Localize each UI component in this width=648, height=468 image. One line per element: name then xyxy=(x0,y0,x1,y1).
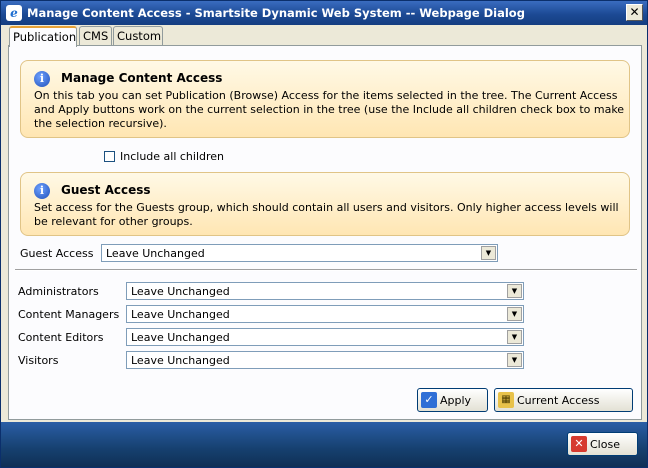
grid-icon: ▦ xyxy=(498,392,514,408)
dialog-window: e Manage Content Access - Smartsite Dyna… xyxy=(0,0,648,468)
guest-info-box: i Guest Access Set access for the Guests… xyxy=(20,172,630,236)
group-label-content-editors: Content Editors xyxy=(18,331,104,344)
administrators-select[interactable]: Leave Unchanged ▼ xyxy=(126,282,524,300)
footer-bar: ✕ Close xyxy=(1,422,647,467)
tab-custom[interactable]: Custom xyxy=(113,26,163,46)
close-label: Close xyxy=(590,438,620,451)
current-access-button[interactable]: ▦ Current Access xyxy=(494,388,633,412)
chevron-down-icon[interactable]: ▼ xyxy=(507,353,522,367)
apply-label: Apply xyxy=(440,394,472,407)
chevron-down-icon[interactable]: ▼ xyxy=(507,284,522,298)
include-children-label: Include all children xyxy=(120,150,225,163)
publication-panel: i Manage Content Access On this tab you … xyxy=(8,45,642,420)
manage-info-box: i Manage Content Access On this tab you … xyxy=(20,60,630,138)
visitors-select[interactable]: Leave Unchanged ▼ xyxy=(126,351,524,369)
include-children-checkbox[interactable] xyxy=(104,151,115,162)
guest-access-select[interactable]: Leave Unchanged ▼ xyxy=(101,244,498,262)
group-label-visitors: Visitors xyxy=(18,354,59,367)
guest-info-body: Set access for the Guests group, which s… xyxy=(34,201,619,228)
window-close-button[interactable]: ✕ xyxy=(626,4,643,21)
divider xyxy=(15,269,637,271)
manage-info-title: Manage Content Access xyxy=(61,71,223,85)
content-editors-value: Leave Unchanged xyxy=(131,331,230,344)
content-managers-select[interactable]: Leave Unchanged ▼ xyxy=(126,305,524,323)
info-icon: i xyxy=(34,183,50,199)
guest-info-title: Guest Access xyxy=(61,183,151,197)
guest-access-label: Guest Access xyxy=(20,247,94,260)
close-icon: ✕ xyxy=(571,436,587,452)
apply-button[interactable]: ✓ Apply xyxy=(417,388,488,412)
group-label-content-managers: Content Managers xyxy=(18,308,120,321)
tab-publication[interactable]: Publication xyxy=(9,26,77,47)
content-managers-value: Leave Unchanged xyxy=(131,308,230,321)
administrators-value: Leave Unchanged xyxy=(131,285,230,298)
checkmark-icon: ✓ xyxy=(421,392,437,408)
chevron-down-icon[interactable]: ▼ xyxy=(481,246,496,260)
close-button[interactable]: ✕ Close xyxy=(567,432,638,456)
window-title: Manage Content Access - Smartsite Dynami… xyxy=(27,6,525,20)
tab-cms[interactable]: CMS xyxy=(79,26,112,46)
ie-icon: e xyxy=(6,5,22,21)
current-access-label: Current Access xyxy=(517,394,600,407)
chevron-down-icon[interactable]: ▼ xyxy=(507,330,522,344)
visitors-value: Leave Unchanged xyxy=(131,354,230,367)
group-label-administrators: Administrators xyxy=(18,285,99,298)
manage-info-body: On this tab you can set Publication (Bro… xyxy=(34,89,625,130)
chevron-down-icon[interactable]: ▼ xyxy=(507,307,522,321)
title-bar[interactable]: e Manage Content Access - Smartsite Dyna… xyxy=(1,1,647,25)
info-icon: i xyxy=(34,71,50,87)
guest-access-value: Leave Unchanged xyxy=(106,247,205,260)
content-editors-select[interactable]: Leave Unchanged ▼ xyxy=(126,328,524,346)
